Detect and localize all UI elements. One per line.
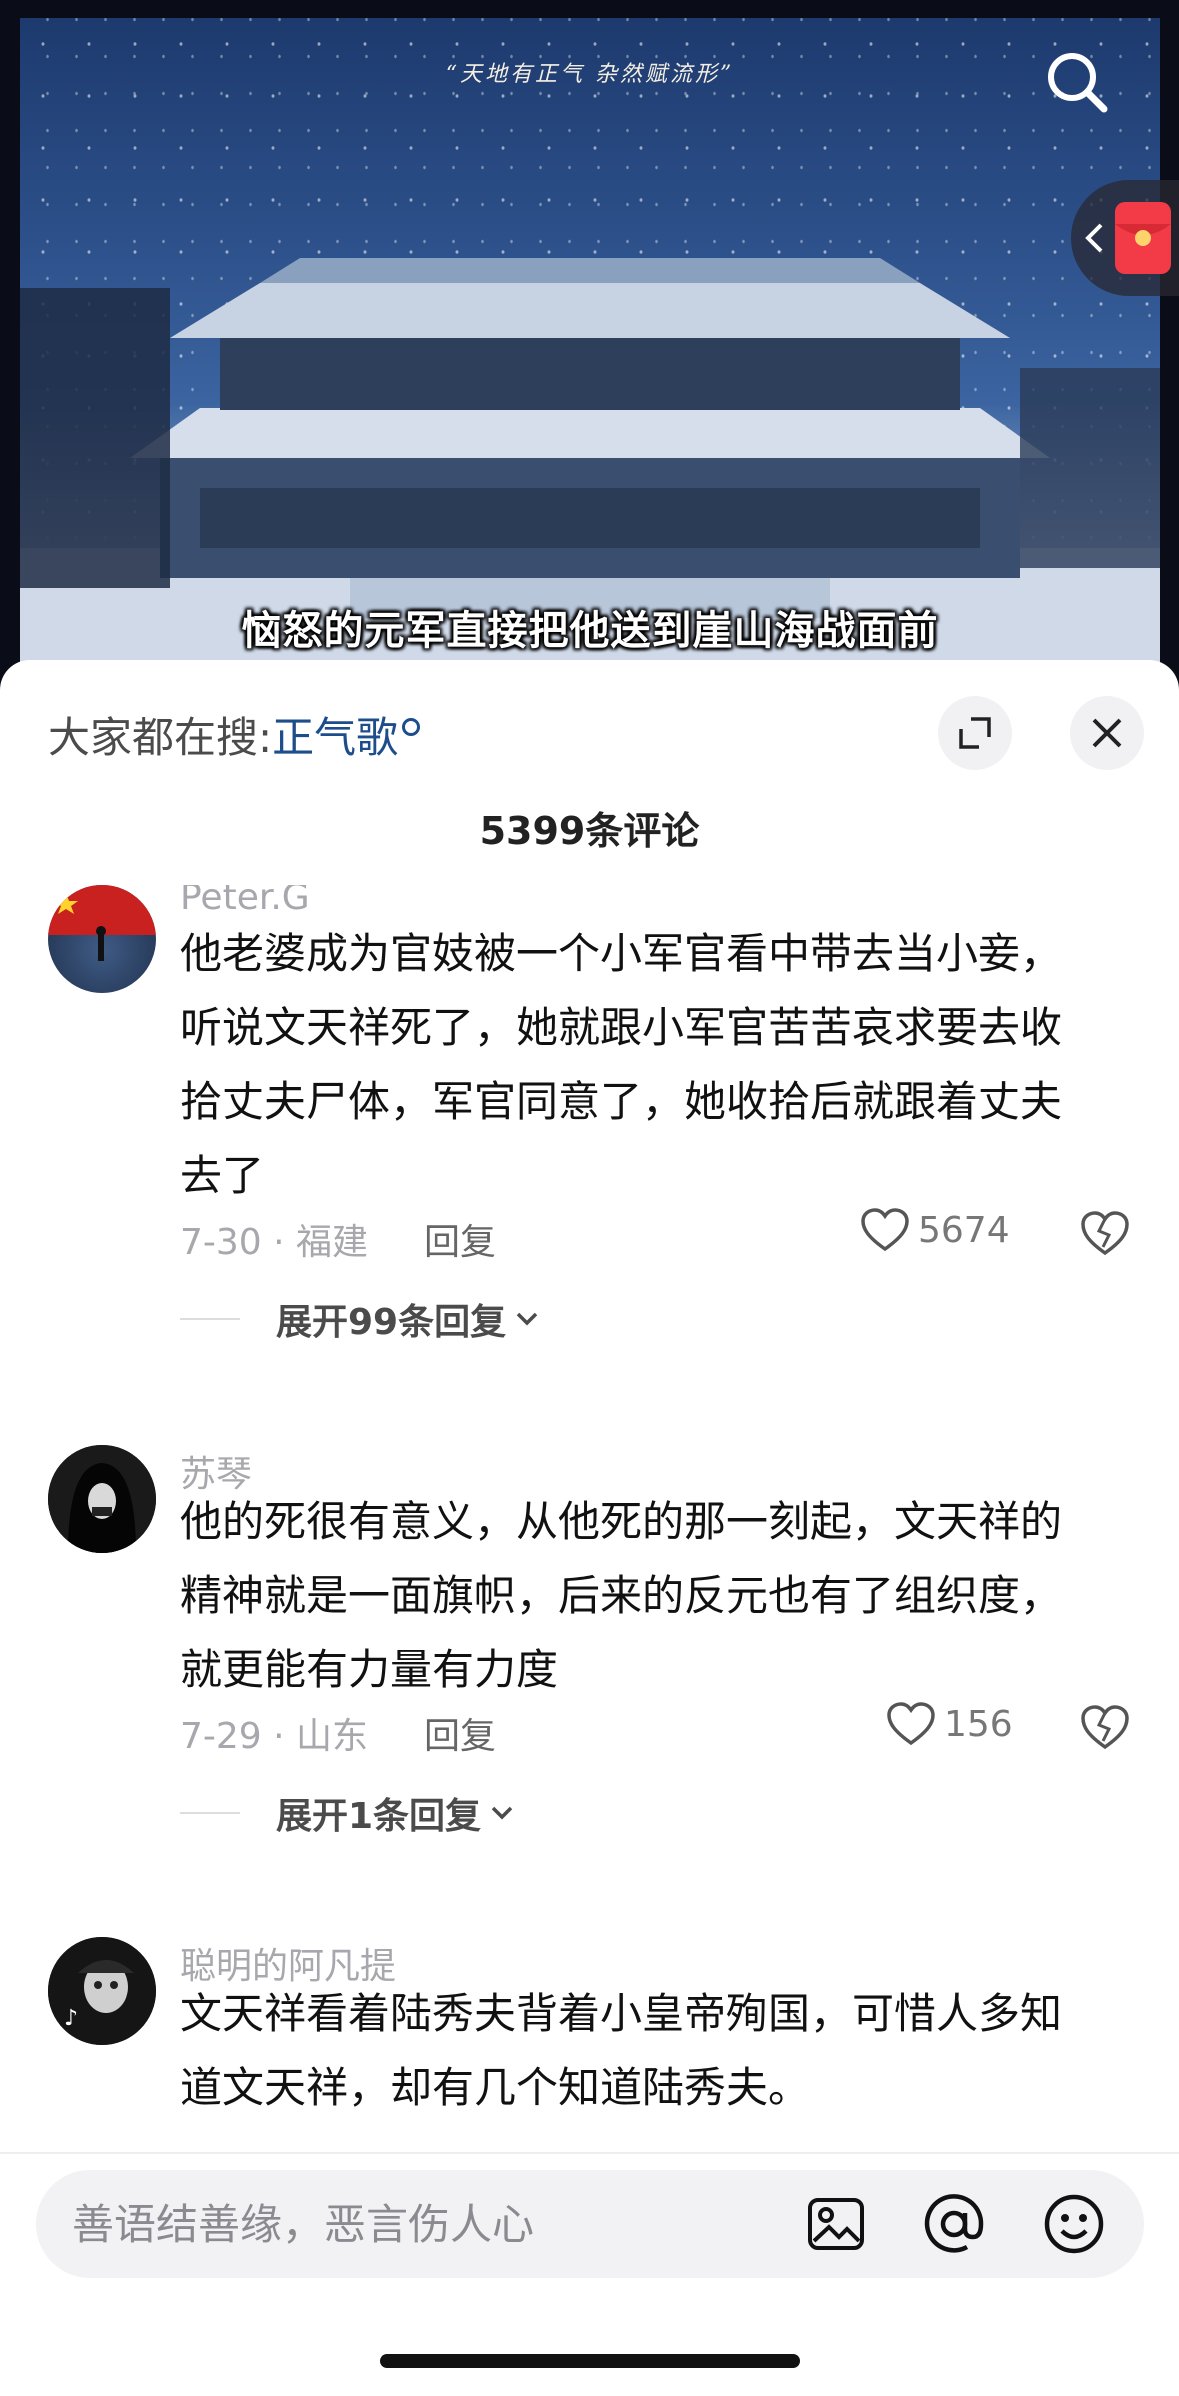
broken-heart-icon <box>1081 1211 1129 1256</box>
search-icon <box>402 718 421 736</box>
expand-replies-button[interactable]: 展开99条回复 <box>180 1293 540 1345</box>
expand-replies-label: 展开1条回复 <box>276 1796 482 1837</box>
expand-button[interactable] <box>938 696 1012 770</box>
chevron-down-icon <box>491 1806 513 1820</box>
reply-button[interactable]: 回复 <box>424 1707 496 1759</box>
comment-list[interactable]: Peter.G 他老婆成为官妓被一个小军官看中带去当小妾，听说文天祥死了，她就跟… <box>0 885 1179 2115</box>
fullscreen-icon <box>959 717 991 749</box>
video-subtitle: 恼怒的元军直接把他送到崖山海战面前 <box>241 608 939 654</box>
hot-search[interactable]: 大家都在搜:正气歌 <box>48 704 421 765</box>
comment-count: 5399条评论 <box>479 809 700 853</box>
heart-icon <box>887 1702 935 1746</box>
reply-button[interactable]: 回复 <box>424 1213 496 1265</box>
red-packet-button[interactable] <box>1071 180 1179 296</box>
comment-input[interactable] <box>72 2170 772 2278</box>
comment-meta: 7-30 · 福建 <box>180 1222 369 1263</box>
emoji-icon <box>1044 2194 1104 2254</box>
chevron-left-icon <box>1085 223 1103 253</box>
avatar-image <box>48 885 156 961</box>
avatar-image: ♪ <box>48 1937 156 2045</box>
like-count: 5674 <box>918 1209 1010 1251</box>
dislike-button[interactable] <box>1079 1703 1131 1755</box>
video-overlay-text: “天地有正气 杂然赋流形” <box>445 62 735 87</box>
heart-icon <box>861 1208 909 1252</box>
comment-meta: 7-29 · 山东 <box>180 1716 369 1757</box>
expand-divider <box>180 1812 240 1814</box>
broken-heart-icon <box>1081 1705 1129 1750</box>
emoji-button[interactable] <box>1040 2190 1108 2258</box>
mention-button[interactable] <box>920 2190 988 2258</box>
image-button[interactable] <box>802 2190 870 2258</box>
avatar-image <box>48 1445 156 1553</box>
hot-search-prefix: 大家都在搜: <box>48 713 273 762</box>
search-icon <box>1048 53 1108 113</box>
red-packet-icon <box>1115 202 1171 274</box>
dislike-button[interactable] <box>1079 1209 1131 1261</box>
comment-username[interactable]: Peter.G <box>180 885 310 918</box>
search-button[interactable] <box>1037 42 1117 122</box>
expand-replies-button[interactable]: 展开1条回复 <box>180 1787 515 1839</box>
expand-replies-label: 展开99条回复 <box>276 1302 507 1343</box>
home-indicator[interactable] <box>380 2354 800 2368</box>
like-button[interactable]: 5674 <box>860 1207 1010 1253</box>
comment-text: 文天祥看着陆秀夫背着小皇帝殉国，可惜人多知道文天祥，却有几个知道陆秀夫。 <box>180 1989 1063 2112</box>
at-icon <box>924 2194 984 2253</box>
comment-text: 他的死很有意义，从他死的那一刻起，文天祥的精神就是一面旗帜，后来的反元也有了组织… <box>180 1497 1063 1694</box>
video-player[interactable]: “天地有正气 杂然赋流形” 恼怒的元军直接把他送到崖山海战面前 <box>0 0 1179 700</box>
image-icon <box>808 2198 864 2250</box>
avatar[interactable] <box>48 885 156 993</box>
like-count: 156 <box>944 1703 1013 1745</box>
comment-sheet: 大家都在搜:正气歌 5399条评论 Peter.G 他老婆成为官妓被一个小军官看… <box>0 660 1179 2396</box>
video-frame: “天地有正气 杂然赋流形” 恼怒的元军直接把他送到崖山海战面前 <box>20 18 1160 700</box>
chevron-down-icon <box>516 1312 538 1326</box>
input-divider <box>0 2152 1179 2154</box>
svg-text:♪: ♪ <box>64 2006 78 2031</box>
comment-input-bar <box>36 2170 1144 2278</box>
expand-divider <box>180 1318 240 1320</box>
close-icon <box>1092 718 1122 748</box>
hot-search-keyword[interactable]: 正气歌 <box>272 713 398 762</box>
avatar[interactable] <box>48 1445 156 1553</box>
comment-text: 他老婆成为官妓被一个小军官看中带去当小妾，听说文天祥死了，她就跟小军官苦苦哀求要… <box>180 929 1063 1200</box>
like-button[interactable]: 156 <box>886 1701 1013 1747</box>
close-button[interactable] <box>1070 696 1144 770</box>
avatar[interactable]: ♪ <box>48 1937 156 2045</box>
